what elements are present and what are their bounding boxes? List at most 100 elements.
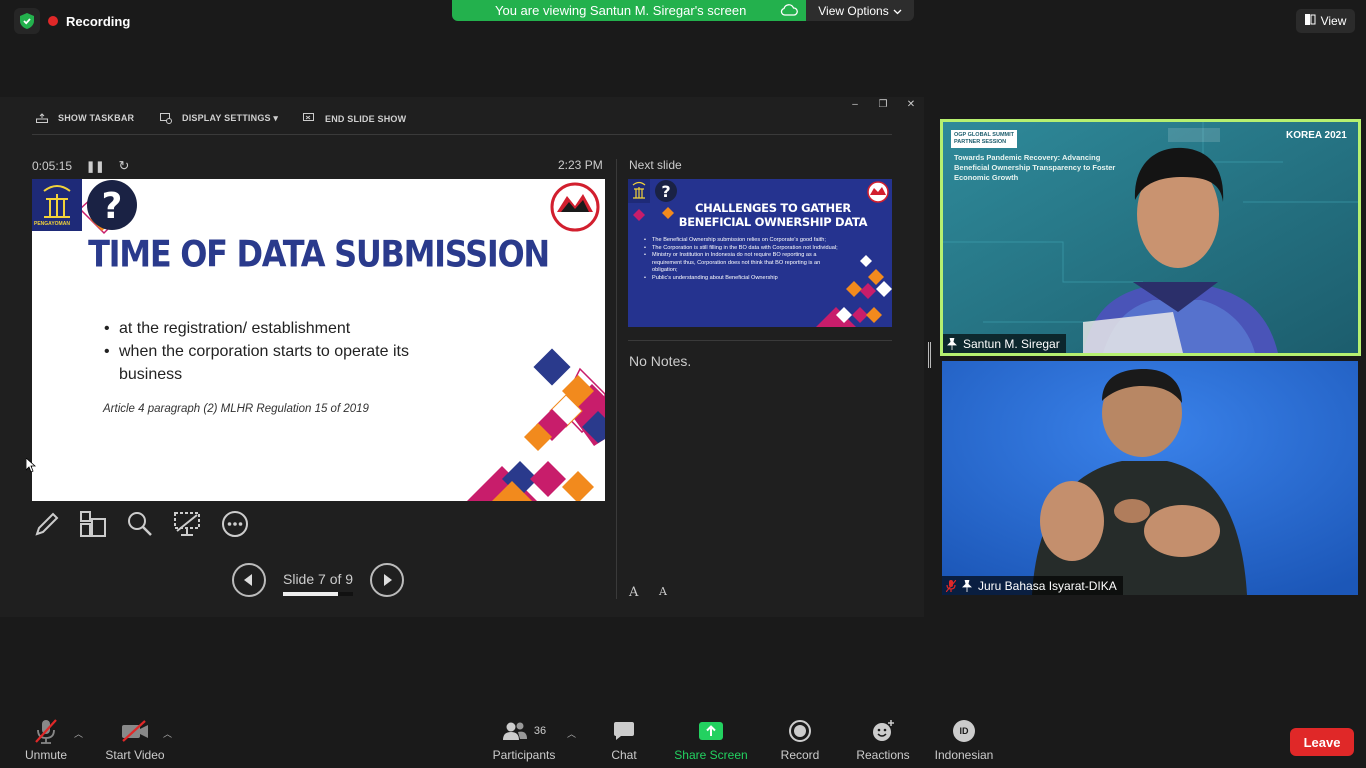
next-slide-button[interactable] — [370, 563, 404, 597]
slide-bullet: when the corporation starts to operate i… — [104, 340, 464, 386]
pen-icon — [35, 512, 59, 536]
language-code-badge: ID — [953, 720, 975, 742]
view-button-label: View — [1320, 14, 1347, 28]
end-show-icon — [303, 113, 314, 121]
next-slide-bullet: The Beneficial Ownership submission reli… — [644, 237, 844, 245]
close-button[interactable]: ✕ — [904, 99, 918, 110]
decrease-font-button[interactable]: A — [659, 585, 667, 598]
end-slide-show-label: END SLIDE SHOW — [325, 113, 407, 124]
video-off-icon — [121, 718, 149, 744]
chevron-down-icon — [893, 4, 902, 18]
language-interpretation-button[interactable]: ID Indonesian — [930, 715, 998, 768]
mouse-cursor-icon — [25, 457, 37, 477]
display-settings-button[interactable]: DISPLAY SETTINGS ▾ — [160, 113, 278, 124]
restart-icon[interactable]: ↻ — [118, 158, 129, 174]
next-slide-title: CHALLENGES TO GATHER BENEFICIAL OWNERSHI… — [678, 201, 868, 229]
pin-icon — [962, 579, 972, 592]
next-slide-bullet: The Corporation is still filling in the … — [644, 245, 844, 253]
language-icon: ID — [953, 718, 975, 744]
slide-diamond-decoration — [467, 345, 605, 501]
more-options-button[interactable] — [220, 509, 250, 539]
previous-slide-button[interactable] — [232, 563, 266, 597]
video-tile-interpreter[interactable]: Juru Bahasa Isyarat-DIKA — [942, 361, 1358, 595]
participant-name-tag: Juru Bahasa Isyarat-DIKA — [942, 576, 1123, 595]
leave-label: Leave — [1303, 734, 1341, 750]
pengayoman-logo-text: PENGAYOMAN — [34, 221, 70, 227]
session-banner-line1: OGP GLOBAL SUMMIT — [954, 132, 1014, 138]
pin-icon — [947, 337, 957, 350]
view-options-button[interactable]: View Options — [806, 0, 914, 21]
share-screen-icon — [699, 718, 723, 744]
start-video-button[interactable]: Start Video — [100, 715, 170, 768]
participants-label: Participants — [492, 748, 556, 762]
unmute-label: Unmute — [24, 748, 68, 762]
chat-button[interactable]: Chat — [604, 715, 644, 768]
video-options-caret-icon[interactable]: ︿ — [163, 727, 172, 740]
screen-toggle-icon — [174, 512, 200, 536]
toolbar-divider — [32, 134, 892, 135]
restore-button[interactable]: ❐ — [876, 99, 890, 110]
slide-counter: Slide 7 of 9 — [283, 571, 354, 587]
record-icon — [789, 718, 811, 744]
audio-options-caret-icon[interactable]: ︿ — [74, 727, 83, 740]
record-label: Record — [780, 748, 820, 762]
speaker-notes: No Notes. — [629, 353, 692, 369]
panel-resize-handle[interactable] — [928, 342, 931, 368]
slide-progress-bar — [283, 592, 353, 596]
viewing-banner-text: You are viewing Santun M. Siregar's scre… — [495, 3, 747, 18]
presenter-view-window: SHOW TASKBAR DISPLAY SETTINGS ▾ END SLID… — [0, 97, 924, 617]
show-taskbar-button[interactable]: SHOW TASKBAR — [36, 113, 134, 123]
pane-divider — [616, 159, 617, 599]
triangle-left-icon — [244, 574, 252, 586]
meeting-controls-bar: Unmute ︿ Start Video ︿ 36 Participants ︿… — [0, 715, 1366, 768]
slide-reference: Article 4 paragraph (2) MLHR Regulation … — [103, 403, 369, 415]
video-tile-active-speaker[interactable]: OGP GLOBAL SUMMIT PARTNER SESSION Toward… — [940, 119, 1361, 356]
participant-count: 36 — [533, 725, 547, 737]
current-slide: ? PENGAYOMAN TIME OF DATA SUBMISSION at … — [32, 179, 605, 501]
svg-text:?: ? — [102, 186, 123, 227]
minimize-button[interactable]: – — [848, 99, 862, 110]
participants-caret-icon[interactable]: ︿ — [567, 727, 576, 740]
session-headline: Towards Pandemic Recovery: Advancing Ben… — [954, 153, 1116, 182]
next-slide-preview[interactable]: ? CHALLENGES TO GATHER BENEFICIAL OWNERS… — [628, 179, 892, 327]
see-all-slides-button[interactable] — [78, 509, 108, 539]
slide-timer: 0:05:15 ❚❚ ↻ — [32, 158, 129, 174]
show-taskbar-label: SHOW TASKBAR — [58, 113, 135, 123]
share-screen-label: Share Screen — [674, 748, 748, 762]
slide-title: TIME OF DATA SUBMISSION — [88, 232, 550, 276]
participants-icon — [502, 722, 527, 740]
view-button[interactable]: View — [1296, 9, 1355, 33]
zoom-button[interactable] — [125, 509, 155, 539]
display-settings-icon — [160, 113, 172, 124]
share-screen-button[interactable]: Share Screen — [670, 715, 752, 768]
pasti-logo — [550, 182, 600, 232]
recording-indicator[interactable]: Recording — [14, 8, 130, 34]
pause-icon[interactable]: ❚❚ — [86, 160, 104, 173]
record-button[interactable]: Record — [776, 715, 824, 768]
participants-icon-group: 36 — [502, 718, 546, 744]
leave-button[interactable]: Leave — [1290, 728, 1354, 756]
end-slide-show-button[interactable]: END SLIDE SHOW — [303, 113, 406, 124]
language-label: Indonesian — [934, 748, 994, 762]
unmute-button[interactable]: Unmute — [20, 715, 72, 768]
viewing-screen-banner: You are viewing Santun M. Siregar's scre… — [452, 0, 806, 21]
clock: 2:23 PM — [558, 158, 603, 172]
reactions-icon — [871, 718, 895, 744]
start-video-label: Start Video — [105, 748, 165, 762]
black-screen-button[interactable] — [172, 509, 202, 539]
event-logo-text: KOREA 2021 — [1286, 130, 1347, 141]
security-shield-icon[interactable] — [14, 8, 40, 34]
slides-grid-icon — [80, 511, 106, 537]
muted-mic-icon — [946, 579, 956, 592]
taskbar-icon — [36, 113, 48, 123]
participants-button[interactable]: 36 Participants — [486, 715, 562, 768]
reactions-button[interactable]: Reactions — [852, 715, 914, 768]
increase-font-button[interactable]: A — [629, 585, 638, 600]
session-banner-line2: PARTNER SESSION — [954, 139, 1007, 145]
timer-value: 0:05:15 — [32, 159, 73, 173]
pen-tool-button[interactable] — [32, 509, 62, 539]
next-slide-pasti-logo — [867, 181, 889, 203]
notes-divider — [628, 340, 892, 341]
magnifier-icon — [128, 512, 152, 536]
next-slide-bullet-list: The Beneficial Ownership submission reli… — [644, 237, 844, 283]
